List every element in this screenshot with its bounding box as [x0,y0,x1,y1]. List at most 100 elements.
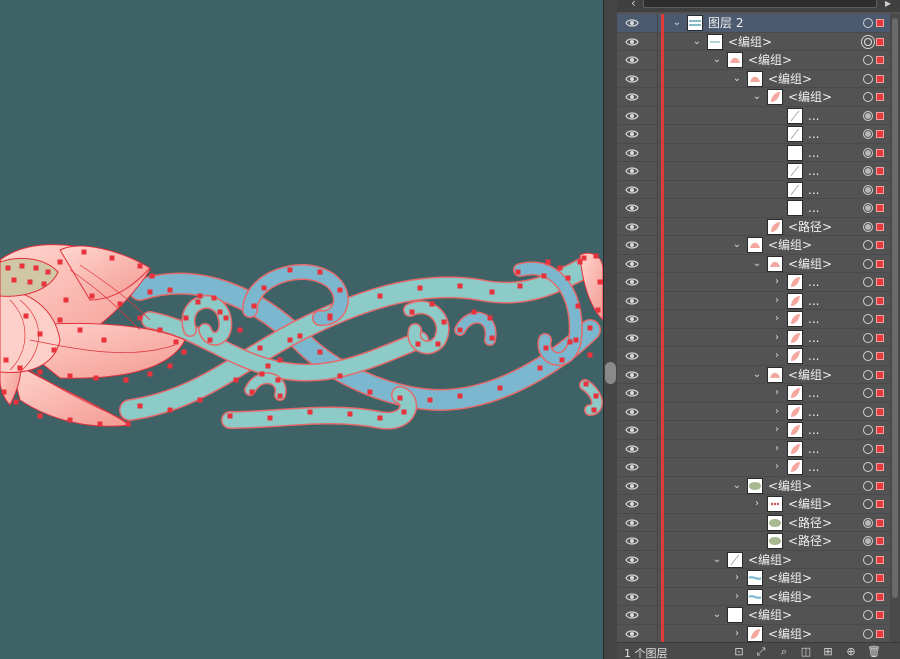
anchor-point[interactable] [251,303,257,309]
anchor-point[interactable] [181,349,187,355]
anchor-point[interactable] [195,299,201,305]
selection-indicator[interactable] [876,19,884,27]
selection-indicator[interactable] [876,37,884,46]
eye-icon[interactable] [625,313,639,325]
layer-name[interactable]: <编组> [768,571,812,585]
eye-icon[interactable] [625,443,639,455]
layer-name[interactable]: ... [808,183,819,197]
anchor-point[interactable] [223,315,229,321]
anchor-point[interactable] [537,365,543,371]
eye-icon[interactable] [625,128,639,140]
chevron-right-icon[interactable]: › [731,571,743,585]
anchor-point[interactable] [435,341,441,347]
target-circle-icon[interactable] [863,166,873,176]
layer-name[interactable]: ... [808,423,819,437]
chevron-down-icon[interactable]: ⌄ [671,16,683,30]
lock-toggle[interactable] [643,513,658,532]
anchor-point[interactable] [41,281,47,287]
anchor-point[interactable] [427,397,433,403]
eye-icon[interactable] [625,202,639,214]
anchor-point[interactable] [587,325,593,331]
selection-indicator[interactable] [876,481,884,490]
layer-name[interactable]: ... [808,109,819,123]
anchor-point[interactable] [541,273,547,279]
selection-indicator[interactable] [876,259,884,268]
chevron-right-icon[interactable]: › [751,497,763,511]
anchor-point[interactable] [1,389,7,395]
chevron-down-icon[interactable]: ⌄ [711,553,723,567]
layer-row[interactable]: › <编组> [617,587,890,606]
layer-name[interactable]: <路径> [788,534,832,548]
chevron-down-icon[interactable]: ⌄ [731,72,743,86]
anchor-point[interactable] [297,333,303,339]
anchor-point[interactable] [593,393,599,399]
chevron-right-icon[interactable]: › [731,627,743,641]
anchor-point[interactable] [489,289,495,295]
target-circle-icon[interactable] [863,295,873,306]
anchor-point[interactable] [261,285,267,291]
target-circle-icon[interactable] [863,406,873,417]
anchor-point[interactable] [397,395,403,401]
anchor-point[interactable] [67,417,73,423]
anchor-point[interactable] [489,335,495,341]
layer-row[interactable]: ›... [617,384,890,403]
anchor-point[interactable] [317,269,323,275]
anchor-point[interactable] [81,249,87,255]
layer-row[interactable]: ... [617,106,890,125]
target-circle-icon[interactable] [863,462,873,472]
splitter-grip[interactable] [605,362,616,384]
anchor-point[interactable] [167,287,173,293]
chevron-down-icon[interactable]: ⌄ [691,35,703,49]
lock-toggle[interactable] [643,587,658,606]
locate-object-icon[interactable]: ⤢ [754,645,768,658]
lock-toggle[interactable] [643,421,658,439]
layer-row[interactable]: ›... [617,458,890,477]
chevron-right-icon[interactable]: › [771,423,783,437]
selection-indicator[interactable] [876,518,884,527]
anchor-point[interactable] [457,283,463,289]
target-circle-icon[interactable] [863,591,873,602]
anchor-point[interactable] [101,337,107,343]
selection-indicator[interactable] [876,444,884,453]
layer-row[interactable]: ⌄ <编组> [617,254,890,273]
selection-indicator[interactable] [876,204,884,212]
layer-name[interactable]: 图层 2 [708,16,743,30]
eye-icon[interactable] [625,535,639,547]
selection-indicator[interactable] [876,592,884,601]
anchor-point[interactable] [51,347,57,353]
anchor-point[interactable] [545,259,551,265]
lock-toggle[interactable] [643,162,658,180]
layer-row[interactable]: ›... [617,273,890,292]
target-circle-icon[interactable] [863,240,873,250]
layer-name[interactable]: <编组> [788,257,832,271]
eye-icon[interactable] [625,36,639,48]
selection-indicator[interactable] [876,56,884,64]
lock-toggle[interactable] [643,125,658,143]
layer-row[interactable]: ›... [617,347,890,366]
anchor-point[interactable] [275,377,281,383]
anchor-point[interactable] [167,363,173,369]
target-circle-icon[interactable] [863,351,873,361]
anchor-point[interactable] [17,365,23,371]
chevron-right-icon[interactable]: › [771,275,783,289]
target-circle-icon[interactable] [863,147,873,158]
anchor-point[interactable] [167,407,173,413]
layer-name[interactable]: <编组> [748,53,792,67]
target-circle-icon[interactable] [863,573,873,583]
chevron-right-icon[interactable]: › [771,405,783,419]
anchor-point[interactable] [207,337,213,343]
anchor-point[interactable] [211,295,217,301]
eye-icon[interactable] [625,165,639,177]
anchor-point[interactable] [377,293,383,299]
anchor-point[interactable] [543,345,549,351]
eye-icon[interactable] [625,609,639,621]
selection-indicator[interactable] [876,333,884,342]
anchor-point[interactable] [97,421,103,427]
anchor-point[interactable] [567,339,573,345]
anchor-point[interactable] [583,381,589,387]
layer-name[interactable]: <编组> [768,238,812,252]
lock-toggle[interactable] [643,291,658,310]
anchor-point[interactable] [89,293,95,299]
anchor-point[interactable] [337,373,343,379]
layer-name[interactable]: ... [808,349,819,363]
